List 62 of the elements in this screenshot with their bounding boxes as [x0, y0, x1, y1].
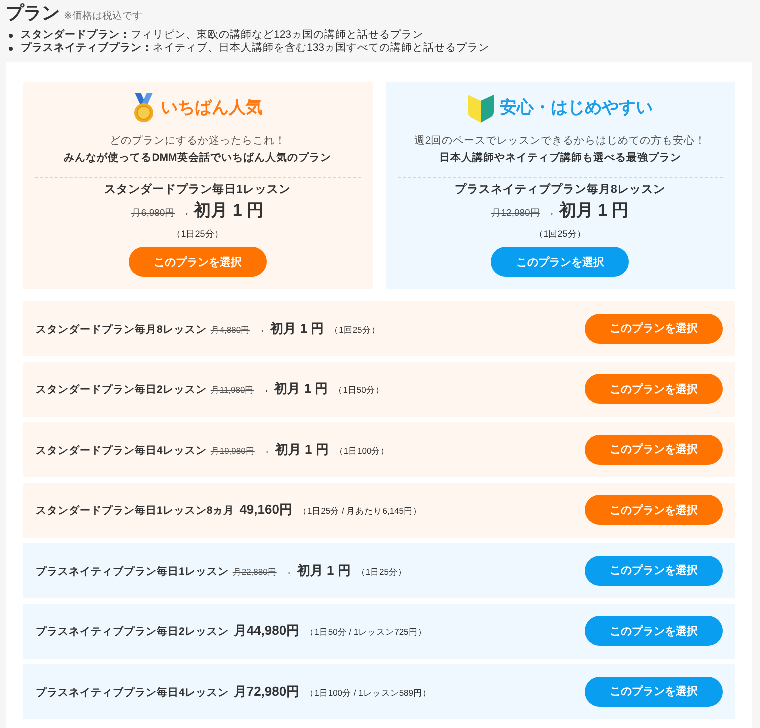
plan-price: 初月 1 円: [275, 440, 329, 458]
select-plan-button[interactable]: このプランを選択: [585, 434, 723, 464]
plan-name: プラスネイティブプラン毎月8レッスン: [455, 182, 666, 198]
price-note: （1日25分 / 月あたり6,145円）: [298, 506, 422, 518]
old-price: 月19,980円: [210, 446, 255, 458]
select-plan-button[interactable]: このプランを選択: [585, 314, 723, 344]
price-note: （1日50分）: [334, 385, 384, 397]
price-note: （1日100分）: [334, 446, 390, 458]
old-price: 月11,980円: [210, 385, 254, 397]
old-price: 月6,980円: [131, 207, 176, 220]
arrow-icon: →: [179, 207, 190, 219]
plan-price: 初月 1 円: [274, 380, 328, 398]
plan-name: プラスネイティブプラン毎日2レッスン: [36, 625, 229, 639]
tax-note: ※価格は税込です: [64, 10, 142, 23]
arrow-icon: →: [282, 566, 292, 578]
plan-name: スタンダードプラン毎日2レッスン: [36, 383, 207, 397]
beginner-mark-icon: [468, 93, 494, 123]
plan-price: 49,160円: [240, 501, 292, 519]
medal-icon: [132, 93, 155, 123]
plan-name: スタンダードプラン毎日1レッスン8ヵ月: [36, 504, 235, 518]
plan-price: 初月 1 円: [194, 200, 264, 222]
plan-type-description: プラスネイティブプラン：ネイティブ、日本人講師を含む133ヵ国すべての講師と話せるプラン: [21, 42, 490, 55]
arrow-icon: →: [259, 384, 270, 396]
select-plan-button[interactable]: このプランを選択: [585, 556, 723, 586]
card-highlight: みんなが使ってるDMM英会話でいちばん人気のプラン: [64, 151, 332, 166]
bullet-icon: [9, 34, 13, 38]
old-price: 月4,880円: [210, 324, 250, 336]
plan-price: 月72,980円: [234, 682, 300, 700]
plan-price: 初月 1 円: [297, 562, 351, 580]
plan-name: スタンダードプラン毎月8レッスン: [36, 322, 207, 336]
select-plan-button[interactable]: このプランを選択: [585, 374, 723, 404]
card-tagline: 週2回のペースでレッスンできるからはじめての方も安心！: [414, 134, 706, 149]
price-note: （1日25分）: [356, 566, 407, 578]
old-price: 月22,880円: [232, 566, 277, 578]
card-highlight: 日本人講師やネイティブ講師も選べる最強プラン: [439, 151, 682, 166]
plan-price: 月44,980円: [234, 622, 300, 640]
page-title: プラン: [6, 2, 60, 24]
card-heading: 安心・はじめやすい: [500, 97, 653, 119]
price-note: （1日25分）: [172, 228, 224, 241]
price-note: （1回25分）: [534, 228, 586, 241]
old-price: 月12,980円: [491, 207, 540, 220]
arrow-icon: →: [260, 444, 270, 456]
select-plan-button[interactable]: このプランを選択: [585, 495, 723, 525]
select-plan-button[interactable]: このプランを選択: [585, 676, 723, 706]
arrow-icon: →: [255, 324, 266, 336]
plan-name: スタンダードプラン毎日1レッスン: [104, 182, 291, 198]
select-plan-button[interactable]: このプランを選択: [491, 247, 630, 277]
plan-type-description: スタンダードプラン：フィリピン、東欧の講師など123ヵ国の講師と話せるプラン: [21, 29, 424, 42]
plan-name: スタンダードプラン毎日4レッスン: [36, 444, 207, 458]
price-note: （1日50分 / 1レッスン725円）: [306, 627, 427, 639]
plan-name: プラスネイティブプラン毎日1レッスン: [36, 564, 229, 578]
price-note: （1日100分 / 1レッスン589円）: [306, 688, 432, 700]
plan-price: 初月 1 円: [559, 200, 630, 222]
price-note: （1回25分）: [330, 324, 380, 336]
select-plan-button[interactable]: このプランを選択: [128, 247, 267, 277]
card-heading: いちばん人気: [160, 97, 263, 119]
card-tagline: どのプランにするか迷ったらこれ！: [110, 134, 286, 149]
select-plan-button[interactable]: このプランを選択: [585, 616, 723, 646]
plan-name: プラスネイティブプラン毎日4レッスン: [36, 686, 229, 700]
arrow-icon: →: [544, 207, 556, 219]
bullet-icon: [9, 46, 13, 50]
plan-price: 初月 1 円: [270, 320, 324, 338]
